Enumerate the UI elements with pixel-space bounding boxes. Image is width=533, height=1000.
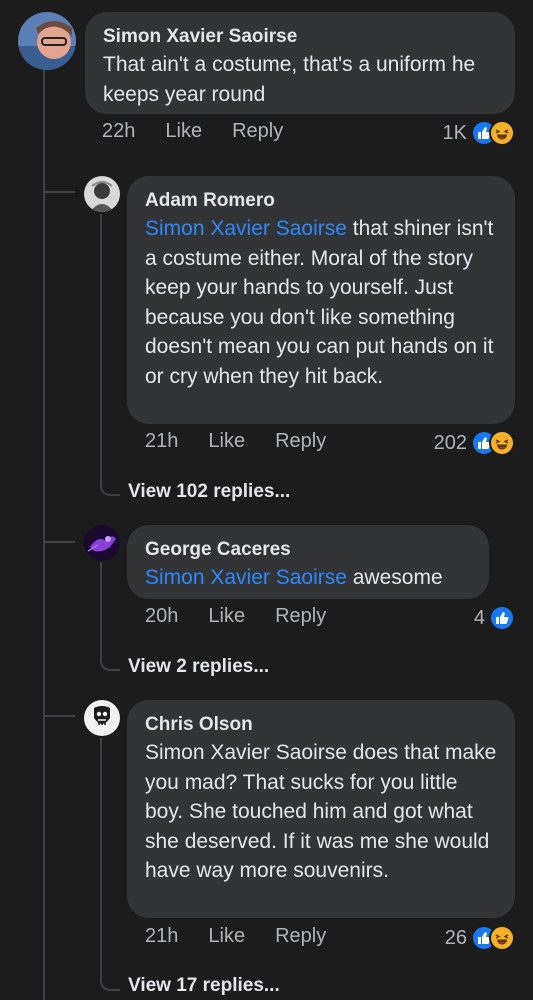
thread-connector: [45, 191, 75, 193]
comment-meta: 22h Like Reply: [102, 120, 313, 143]
reaction-summary[interactable]: 1K: [443, 120, 515, 146]
thread-connector: [45, 715, 75, 717]
reply-button[interactable]: Reply: [232, 120, 283, 143]
avatar[interactable]: [84, 700, 120, 736]
avatar-photo-icon: [84, 525, 120, 561]
comment-body: awesome: [346, 566, 443, 589]
reaction-summary[interactable]: 26: [445, 925, 515, 951]
thread-line-replies: [100, 738, 102, 978]
comment-author[interactable]: Chris Olson: [145, 712, 497, 738]
view-replies-link[interactable]: View 17 replies...: [128, 975, 280, 997]
view-replies-link[interactable]: View 102 replies...: [128, 481, 290, 503]
like-icon: [489, 605, 515, 631]
reaction-summary[interactable]: 202: [434, 430, 515, 456]
comment-text: That ain't a costume, that's a uniform h…: [103, 53, 476, 106]
comment-meta: 20h Like Reply: [145, 605, 356, 628]
comment-time[interactable]: 21h: [145, 925, 178, 948]
reaction-count: 202: [433, 431, 467, 454]
comment-text: Simon Xavier Saoirse does that make you …: [145, 741, 497, 882]
comment-time[interactable]: 20h: [145, 605, 178, 628]
avatar-photo-icon: [84, 700, 120, 736]
view-replies-link[interactable]: View 2 replies...: [128, 656, 269, 678]
avatar-photo-icon: [84, 176, 120, 212]
comment-time[interactable]: 22h: [102, 120, 135, 143]
thread-line-main: [43, 70, 45, 1000]
comment-time[interactable]: 21h: [145, 430, 178, 453]
like-button[interactable]: Like: [208, 605, 245, 628]
comment-text: Simon Xavier Saoirse awesome: [145, 563, 471, 593]
reply-button[interactable]: Reply: [275, 430, 326, 453]
like-button[interactable]: Like: [165, 120, 202, 143]
comment-bubble: George Caceres Simon Xavier Saoirse awes…: [127, 525, 489, 599]
comment-bubble: Adam Romero Simon Xavier Saoirse that sh…: [127, 176, 515, 424]
thread-line-replies: [100, 562, 102, 656]
avatar[interactable]: [84, 176, 120, 212]
comment-author[interactable]: George Caceres: [145, 537, 471, 563]
haha-icon: [489, 120, 515, 146]
mention-link[interactable]: Simon Xavier Saoirse: [145, 566, 347, 589]
thread-elbow: [100, 645, 120, 671]
avatar[interactable]: [18, 12, 76, 70]
comment-bubble: Simon Xavier Saoirse That ain't a costum…: [85, 12, 515, 114]
like-button[interactable]: Like: [208, 430, 245, 453]
like-button[interactable]: Like: [208, 925, 245, 948]
comment-bubble: Chris Olson Simon Xavier Saoirse does th…: [127, 700, 515, 918]
comment-text: Simon Xavier Saoirse that shiner isn't a…: [145, 214, 497, 391]
comment-author[interactable]: Adam Romero: [145, 188, 497, 214]
avatar-photo-icon: [18, 12, 76, 70]
reaction-summary[interactable]: 4: [474, 605, 515, 631]
comment-author[interactable]: Simon Xavier Saoirse: [103, 24, 497, 50]
haha-icon: [489, 430, 515, 456]
mention-link[interactable]: Simon Xavier Saoirse: [145, 217, 347, 240]
avatar[interactable]: [84, 525, 120, 561]
thread-elbow: [100, 965, 120, 991]
reply-button[interactable]: Reply: [275, 925, 326, 948]
comment-meta: 21h Like Reply: [145, 430, 356, 453]
thread-elbow: [100, 470, 120, 496]
reaction-count: 26: [444, 926, 467, 949]
reaction-count: 1K: [442, 121, 467, 144]
thread-connector: [45, 541, 75, 543]
thread-line-replies: [100, 214, 102, 482]
haha-icon: [489, 925, 515, 951]
comment-meta: 21h Like Reply: [145, 925, 356, 948]
reaction-count: 4: [473, 606, 485, 629]
reply-button[interactable]: Reply: [275, 605, 326, 628]
comment-body: that shiner isn't a costume either. Mora…: [145, 217, 494, 388]
